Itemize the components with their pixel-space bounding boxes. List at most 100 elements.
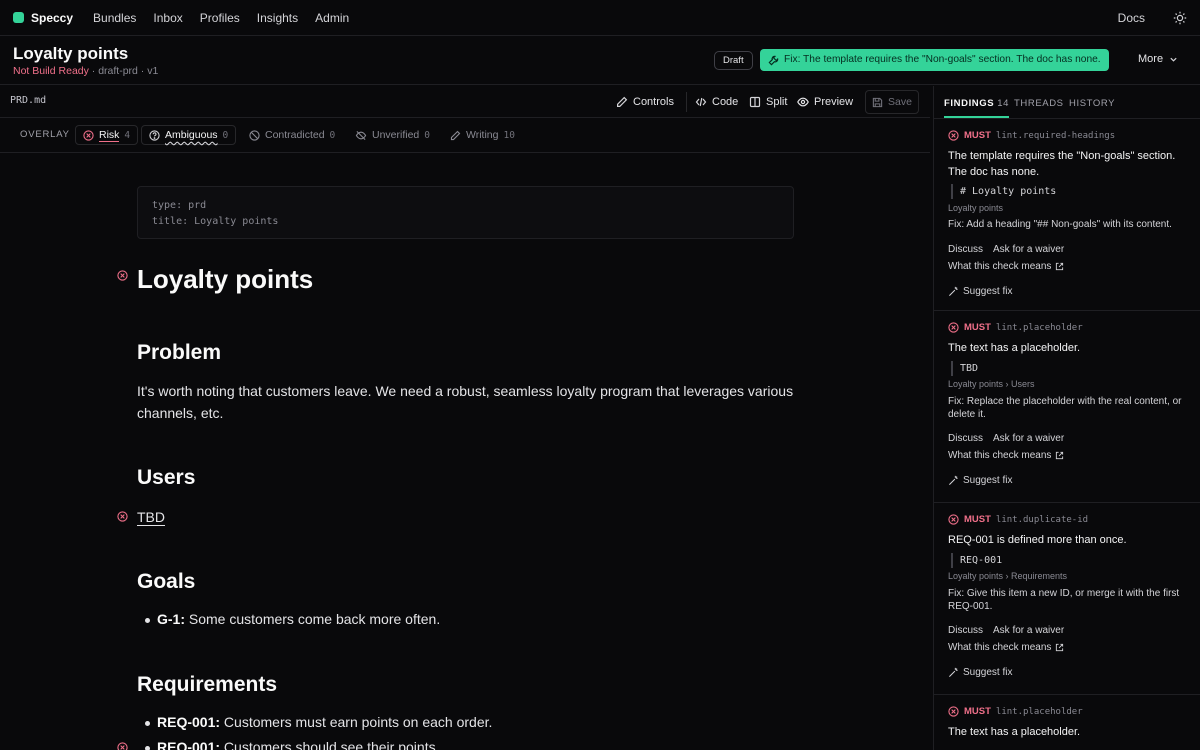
wand-icon <box>949 475 958 485</box>
discuss-button[interactable]: Discuss <box>948 244 983 255</box>
finding-path: Loyalty points › Users <box>948 379 1035 389</box>
finding-fix: Fix: Replace the placeholder with the re… <box>948 396 1182 420</box>
risk-count: 4 <box>124 129 131 141</box>
unverified-count: 0 <box>424 129 431 141</box>
overlay-bar: OVERLAY Risk 4 Ambiguous 0 Contradicted … <box>0 119 930 153</box>
risk-marker-icon[interactable] <box>117 270 128 281</box>
question-icon <box>149 129 160 141</box>
brand-name: Speccy <box>31 10 74 25</box>
save-label: Save <box>888 96 912 108</box>
nav-item-admin[interactable]: Admin <box>315 11 349 25</box>
preview-button[interactable]: Preview <box>797 92 853 112</box>
what-this-check-means-label: What this check means <box>948 642 1052 653</box>
finding-header: MUST lint.placeholder <box>948 322 1083 333</box>
overlay-label: OVERLAY <box>20 129 70 140</box>
contradicted-label: Contradicted <box>265 129 325 141</box>
external-link-icon <box>1056 262 1064 271</box>
finding-card: MUST lint.placeholder The text has a pla… <box>934 696 1200 750</box>
unverified-label: Unverified <box>372 129 420 141</box>
findings-panel: FINDINGS 14 THREADS HISTORY MUST lint.req… <box>933 86 1200 750</box>
what-this-check-means-link[interactable]: What this check means <box>948 642 1064 653</box>
ask-waiver-button[interactable]: Ask for a waiver <box>993 433 1064 444</box>
wand-icon <box>949 667 958 677</box>
page-title: Loyalty points <box>13 44 129 63</box>
wand-icon <box>949 286 958 296</box>
suggest-fix-label: Suggest fix <box>963 286 1013 297</box>
nav-item-bundles[interactable]: Bundles <box>93 11 136 25</box>
save-button[interactable]: Save <box>865 90 919 114</box>
finding-quote: # Loyalty points <box>951 184 1056 199</box>
suggest-fix-label: Suggest fix <box>963 667 1013 678</box>
overlay-chip-writing[interactable]: Writing 10 <box>442 125 523 145</box>
suggest-fix-label: Suggest fix <box>963 475 1013 486</box>
tab-threads[interactable]: THREADS <box>1014 98 1064 109</box>
frontmatter-line: title: Loyalty points <box>152 216 279 227</box>
finding-actions: Discuss Ask for a waiver <box>948 625 1064 636</box>
finding-severity: MUST <box>964 130 991 141</box>
build-status: Not Build Ready <box>13 65 89 77</box>
external-link-icon <box>1056 643 1064 652</box>
users-placeholder-text[interactable]: TBD <box>137 506 165 528</box>
finding-card: MUST lint.required-headings The template… <box>934 120 1200 311</box>
code-icon <box>695 97 707 107</box>
chevron-down-icon <box>1170 57 1177 62</box>
more-label: More <box>1138 53 1164 65</box>
draft-badge: Draft <box>714 51 753 70</box>
overlay-chip-risk[interactable]: Risk 4 <box>75 125 139 145</box>
ask-waiver-button[interactable]: Ask for a waiver <box>993 625 1064 636</box>
panel-tabs: FINDINGS 14 THREADS HISTORY <box>934 86 1200 119</box>
preview-label: Preview <box>814 96 854 108</box>
discuss-button[interactable]: Discuss <box>948 433 983 444</box>
split-button[interactable]: Split <box>749 92 787 112</box>
docs-link[interactable]: Docs <box>1118 11 1145 25</box>
overlay-chip-unverified[interactable]: Unverified 0 <box>347 125 438 145</box>
brand[interactable]: Speccy <box>13 11 73 25</box>
eye-off-icon <box>355 130 367 140</box>
suggest-fix-button[interactable]: Suggest fix <box>948 286 1012 297</box>
what-this-check-means-link[interactable]: What this check means <box>948 450 1064 461</box>
suggest-fix-button[interactable]: Suggest fix <box>948 475 1012 486</box>
more-button[interactable]: More <box>1138 53 1178 65</box>
what-this-check-means-link[interactable]: What this check means <box>948 261 1064 272</box>
tab-history[interactable]: HISTORY <box>1069 98 1115 109</box>
finding-rule: lint.required-headings <box>995 130 1116 141</box>
doc-status-line: Not Build Ready · draft-prd · v1 <box>13 65 158 77</box>
finding-card: MUST lint.placeholder The text has a pla… <box>934 312 1200 503</box>
risk-x-icon <box>948 322 959 333</box>
finding-message: REQ-001 is defined more than once. <box>948 534 1127 546</box>
toolbar-divider <box>686 92 687 112</box>
ask-waiver-button[interactable]: Ask for a waiver <box>993 244 1064 255</box>
risk-label: Risk <box>99 128 120 142</box>
risk-marker-icon[interactable] <box>117 742 128 750</box>
controls-label: Controls <box>633 96 674 108</box>
finding-rule: lint.duplicate-id <box>995 514 1089 525</box>
nav-item-inbox[interactable]: Inbox <box>153 11 182 25</box>
finding-severity: MUST <box>964 322 991 333</box>
overlay-chip-contradicted[interactable]: Contradicted 0 <box>241 125 343 145</box>
finding-severity: MUST <box>964 706 991 717</box>
finding-header: MUST lint.duplicate-id <box>948 514 1088 525</box>
doc-heading-requirements: Requirements <box>137 673 278 696</box>
tab-findings[interactable]: FINDINGS 14 <box>944 98 1009 109</box>
nav-item-profiles[interactable]: Profiles <box>200 11 240 25</box>
risk-marker-icon[interactable] <box>117 511 128 522</box>
overlay-chip-ambiguous[interactable]: Ambiguous 0 <box>141 125 237 145</box>
ambiguous-label: Ambiguous <box>165 129 218 141</box>
nav-item-insights[interactable]: Insights <box>257 11 298 25</box>
doc-heading-title: Loyalty points <box>137 264 314 294</box>
suggest-fix-button[interactable]: Suggest fix <box>948 667 1012 678</box>
discuss-button[interactable]: Discuss <box>948 625 983 636</box>
fix-banner-button[interactable]: Fix: The template requires the "Non-goal… <box>760 49 1109 71</box>
code-button[interactable]: Code <box>695 92 738 112</box>
requirement-text: Customers must earn points on each order… <box>220 714 493 730</box>
save-icon <box>872 97 883 107</box>
finding-message: The template requires the "Non-goals" se… <box>948 150 1176 178</box>
ambiguous-count: 0 <box>222 129 229 141</box>
doc-heading-users: Users <box>137 466 196 489</box>
code-label: Code <box>712 96 739 108</box>
requirement-list-item: REQ-001: Customers must earn points on e… <box>144 714 493 730</box>
sun-icon[interactable] <box>1173 11 1187 25</box>
contradicted-count: 0 <box>329 129 336 141</box>
controls-button[interactable]: Controls <box>616 92 674 112</box>
risk-x-icon <box>83 129 94 141</box>
